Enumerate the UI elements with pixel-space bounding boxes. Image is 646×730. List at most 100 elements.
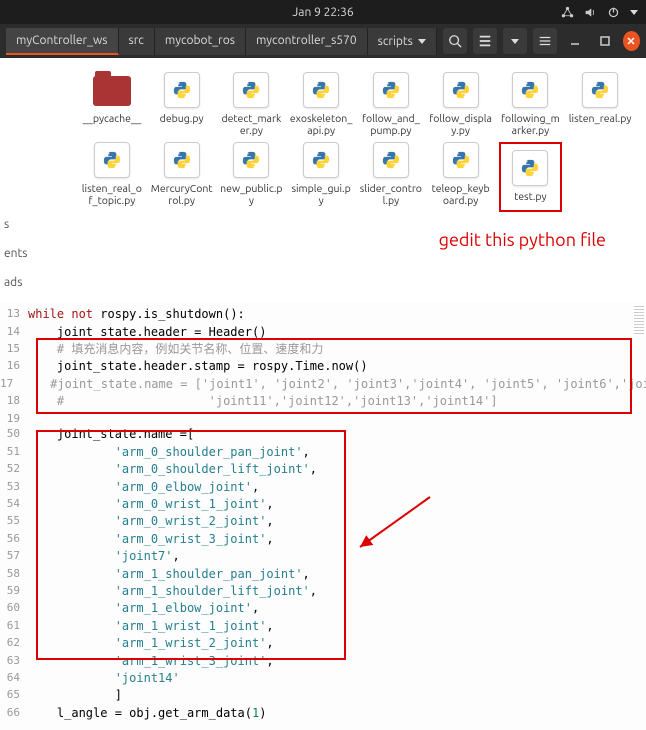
file-item[interactable]: slider_control.py (359, 142, 423, 212)
code-content: 'arm_1_elbow_joint', (28, 600, 259, 617)
file-label: listen_real_of_topic.py (80, 182, 144, 206)
breadcrumb-scripts[interactable]: scripts (368, 28, 437, 55)
list-icon (478, 34, 492, 48)
line-number: 57 (0, 548, 28, 565)
line-number: 55 (0, 513, 28, 530)
view-dropdown-button[interactable] (503, 28, 527, 54)
line-number: 16 (0, 358, 28, 375)
python-file-icon (512, 150, 548, 186)
minimize-icon (569, 35, 581, 47)
code-line: 53 'arm_0_elbow_joint', (0, 479, 646, 496)
breadcrumb-label: mycobot_ros (165, 34, 235, 47)
file-item[interactable]: listen_real_of_topic.py (80, 142, 144, 212)
line-number: 54 (0, 496, 28, 513)
code-line: 55 'arm_0_wrist_2_joint', (0, 513, 646, 530)
line-number: 14 (0, 324, 28, 341)
file-item[interactable]: test.py (499, 142, 563, 212)
minimize-button[interactable] (563, 28, 587, 54)
file-item[interactable]: new_public.py (220, 142, 284, 212)
file-label: follow_and_pump.py (359, 112, 423, 136)
code-line: 57 'joint7', (0, 548, 646, 565)
code-line: 54 'arm_0_wrist_1_joint', (0, 496, 646, 513)
hamburger-icon (538, 34, 552, 48)
line-number: 62 (0, 635, 28, 652)
path-toolbar: myController_ws src mycobot_ros mycontrolle… (0, 24, 646, 58)
python-file-icon (164, 72, 200, 108)
code-content: #joint_state.name = ['joint1', 'joint2',… (21, 376, 646, 393)
line-number: 50 (0, 426, 28, 443)
breadcrumb-label: src (129, 34, 144, 47)
python-file-icon (373, 72, 409, 108)
file-item[interactable]: exoskeleton_api.py (289, 72, 353, 136)
python-file-icon (233, 142, 269, 178)
minimap (634, 306, 644, 334)
python-file-icon (443, 142, 479, 178)
file-label: teleop_keyboard.py (429, 182, 493, 206)
code-content: ] (28, 687, 122, 704)
code-content: 'arm_0_elbow_joint', (28, 479, 259, 496)
close-button[interactable] (623, 31, 640, 51)
breadcrumb-src[interactable]: src (119, 28, 155, 55)
code-line: 13while not rospy.is_shutdown(): (0, 306, 646, 323)
python-file-icon (94, 142, 130, 178)
code-content: joint_state.name =[ (28, 426, 194, 443)
breadcrumb-mycontroller_s570[interactable]: mycontroller_s570 (246, 28, 368, 55)
code-line: 59 'arm_1_shoulder_lift_joint', (0, 583, 646, 600)
code-content: 'arm_1_shoulder_pan_joint', (28, 566, 310, 583)
breadcrumb-label: scripts (378, 35, 413, 48)
code-content: 'arm_0_wrist_2_joint', (28, 513, 274, 530)
line-number: 51 (0, 444, 28, 461)
search-icon (448, 34, 462, 48)
file-label: simple_gui.py (289, 182, 353, 206)
code-line: 65 ] (0, 687, 646, 704)
file-item[interactable]: following_marker.py (499, 72, 563, 136)
code-line: 18 # 'joint11','joint12','joint13','join… (0, 393, 646, 410)
breadcrumb-label: myController_ws (16, 34, 108, 47)
python-file-icon (303, 72, 339, 108)
chevron-down-icon (418, 39, 426, 44)
python-file-icon (443, 72, 479, 108)
search-button[interactable] (443, 28, 467, 54)
file-item[interactable]: MercuryControl.py (150, 142, 214, 212)
breadcrumb-mycobot_ros[interactable]: mycobot_ros (155, 28, 246, 55)
file-item[interactable]: simple_gui.py (289, 142, 353, 212)
file-item[interactable]: teleop_keyboard.py (429, 142, 493, 212)
system-tray (561, 6, 638, 19)
code-content: # 填充消息内容，例如关节名称、位置、速度和力 (28, 341, 323, 358)
code-content: 'arm_1_shoulder_lift_joint', (28, 583, 317, 600)
line-number: 13 (0, 306, 28, 323)
code-line: 52 'arm_0_shoulder_lift_joint', (0, 461, 646, 478)
code-content: joint_state.header = Header() (28, 324, 266, 341)
file-item[interactable]: listen_real.py (568, 72, 632, 136)
file-label: slider_control.py (359, 182, 423, 206)
annotation-label: gedit this python file (0, 222, 646, 262)
list-view-button[interactable] (473, 28, 497, 54)
python-file-icon (233, 72, 269, 108)
line-number: 61 (0, 618, 28, 635)
line-number: 60 (0, 600, 28, 617)
line-number: 52 (0, 461, 28, 478)
code-line: 51 'arm_0_shoulder_pan_joint', (0, 444, 646, 461)
close-icon (626, 36, 636, 46)
hamburger-menu-button[interactable] (533, 28, 557, 54)
line-number: 56 (0, 531, 28, 548)
file-label: MercuryControl.py (150, 182, 214, 206)
breadcrumb-myController_ws[interactable]: myController_ws (6, 28, 119, 55)
code-editor[interactable]: 13while not rospy.is_shutdown():14 joint… (0, 302, 646, 730)
file-item[interactable]: follow_display.py (429, 72, 493, 136)
file-item[interactable]: follow_and_pump.py (359, 72, 423, 136)
breadcrumb-label: mycontroller_s570 (256, 34, 357, 47)
code-content: 'joint14' (28, 670, 180, 687)
line-number: 58 (0, 566, 28, 583)
code-line: 58 'arm_1_shoulder_pan_joint', (0, 566, 646, 583)
file-item[interactable]: debug.py (150, 72, 214, 136)
code-line: 19 (0, 411, 646, 427)
maximize-button[interactable] (593, 28, 617, 54)
file-label: follow_display.py (429, 112, 493, 136)
code-content: 'arm_0_shoulder_pan_joint', (28, 444, 310, 461)
file-item[interactable]: __pycache__ (80, 72, 144, 136)
code-line: 61 'arm_1_wrist_1_joint', (0, 618, 646, 635)
file-item[interactable]: detect_marker.py (220, 72, 284, 136)
code-line: 50 joint_state.name =[ (0, 426, 646, 443)
chevron-down-icon[interactable] (630, 10, 638, 15)
